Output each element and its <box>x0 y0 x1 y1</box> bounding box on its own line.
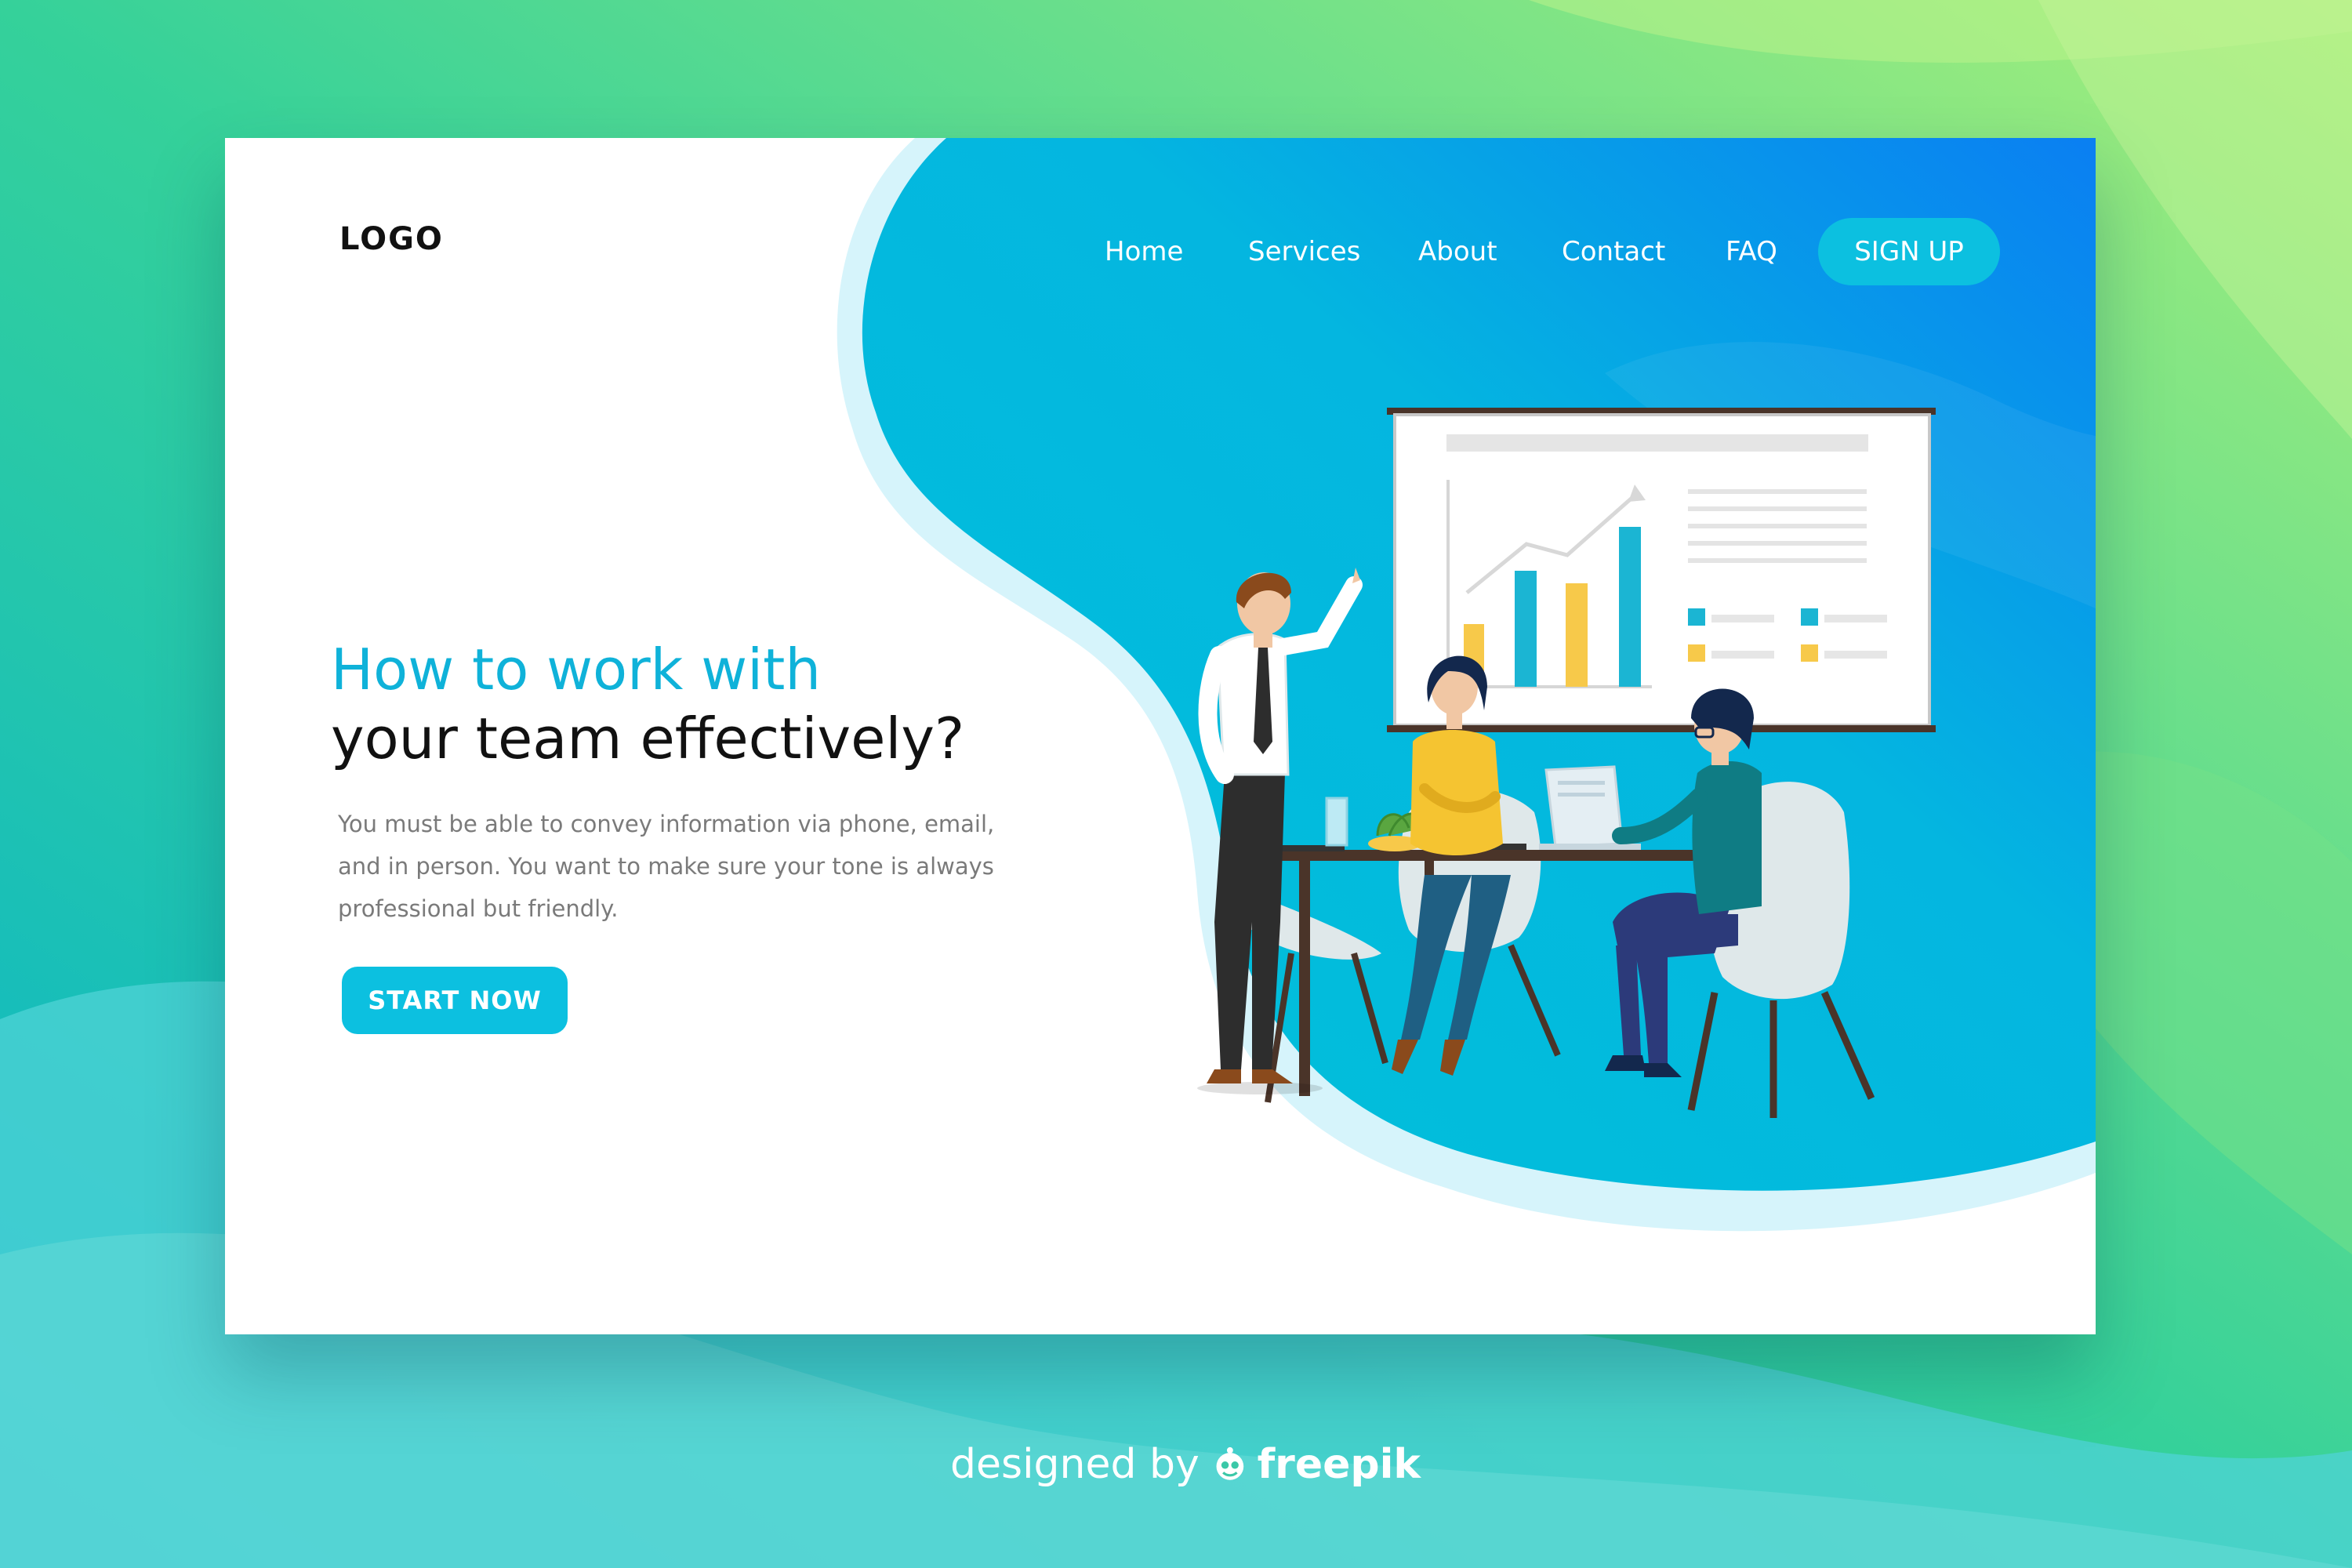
landing-card: LOGO Home Services About Contact FAQ SIG… <box>225 138 2096 1334</box>
designed-by-text: designed by <box>950 1441 1200 1488</box>
seated-man-with-laptop <box>1605 688 1762 1077</box>
freepik-logo-icon <box>1216 1446 1244 1480</box>
designed-by-credit: designed by freepik <box>950 1433 1421 1496</box>
team-meeting-illustration <box>1197 408 1936 1118</box>
freepik-brand[interactable]: freepik <box>1258 1441 1421 1488</box>
